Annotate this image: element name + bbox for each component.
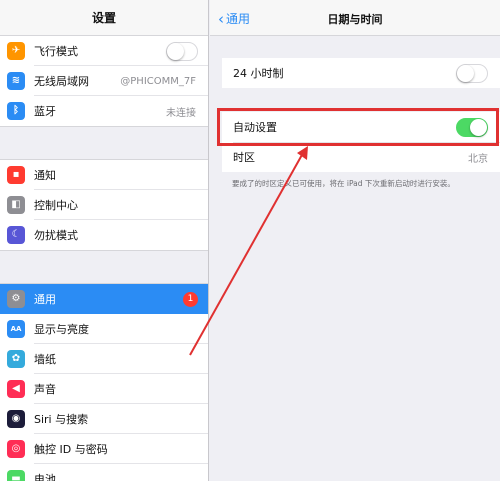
sidebar-item-airplane[interactable]: ✈ 飞行模式 — [0, 36, 208, 66]
back-button[interactable]: ‹ 通用 — [218, 10, 250, 27]
notification-badge: 1 — [183, 291, 198, 307]
sidebar-item-label: 飞行模式 — [34, 45, 78, 58]
row-time-zone-label: 时区 — [233, 151, 255, 164]
sidebar-item-siri[interactable]: ◉ Siri 与搜索 — [0, 404, 208, 434]
nav-bar: ‹ 通用 日期与时间 — [210, 0, 500, 36]
wifi-icon: ≋ — [7, 72, 25, 90]
sidebar-item-value: @PHICOMM_7F — [120, 75, 196, 87]
sidebar-item-label: 蓝牙 — [34, 105, 56, 118]
sound-icon: ◀ — [7, 380, 25, 398]
sidebar-group-notifications: ▪ 通知 ◧ 控制中心 ☾ 勿扰模式 — [0, 160, 208, 250]
sidebar-item-label: 触控 ID 与密码 — [34, 443, 108, 456]
sidebar-item-wifi[interactable]: ≋ 无线局域网 @PHICOMM_7F — [0, 66, 208, 96]
sidebar-item-gear[interactable]: ⚙ 通用 1 — [0, 284, 208, 314]
toggle-knob — [457, 64, 474, 82]
time-zone-footnote: 要成了的时区定义已可使用，将在 iPad 下次重新启动时进行安装。 — [232, 179, 455, 188]
sidebar-item-sound[interactable]: ◀ 声音 — [0, 374, 208, 404]
sidebar-item-label: 墙纸 — [34, 353, 56, 366]
sidebar-item-wallpaper[interactable]: ✿ 墙纸 — [0, 344, 208, 374]
sidebar-item-label: 显示与亮度 — [34, 323, 89, 336]
notifications-icon: ▪ — [7, 166, 25, 184]
gear-icon: ⚙ — [7, 290, 25, 308]
airplane-mode-toggle[interactable] — [166, 41, 198, 61]
toggle-knob — [167, 42, 184, 60]
sidebar-item-value: 未连接 — [166, 107, 196, 119]
group-separator — [0, 250, 208, 284]
row-24-hour: 24 小时制 — [222, 58, 500, 88]
sidebar-item-label: 电池 — [34, 473, 56, 481]
sidebar-item-control-center[interactable]: ◧ 控制中心 — [0, 190, 208, 220]
sidebar-item-label: Siri 与搜索 — [34, 413, 89, 426]
sidebar-item-label: 通知 — [34, 169, 56, 182]
fingerprint-icon: ◎ — [7, 440, 25, 458]
row-time-zone[interactable]: 时区 北京 — [222, 142, 500, 172]
sidebar-item-display[interactable]: AA 显示与亮度 — [0, 314, 208, 344]
sidebar-item-battery[interactable]: ▬ 电池 — [0, 464, 208, 481]
sidebar-item-fingerprint[interactable]: ◎ 触控 ID 与密码 — [0, 434, 208, 464]
settings-sidebar: 设置 ✈ 飞行模式 ≋ 无线局域网 @PHICOMM_7F ᛒ 蓝牙 未连接 ▪ 通知 ◧ 控制中心… — [0, 0, 209, 481]
sidebar-item-label: 无线局域网 — [34, 75, 89, 88]
sidebar-item-moon[interactable]: ☾ 勿扰模式 — [0, 220, 208, 250]
sidebar-item-label: 勿扰模式 — [34, 229, 78, 242]
wallpaper-icon: ✿ — [7, 350, 25, 368]
detail-pane: ‹ 通用 日期与时间 24 小时制 自动设置 时区 北京 要成了的时区定义已可使… — [210, 0, 500, 481]
page-title: 日期与时间 — [327, 13, 383, 26]
group-separator — [0, 126, 208, 160]
airplane-icon: ✈ — [7, 42, 25, 60]
sidebar-item-notifications[interactable]: ▪ 通知 — [0, 160, 208, 190]
time-zone-value: 北京 — [468, 153, 488, 165]
annotation-highlight-box — [217, 108, 499, 146]
control-center-icon: ◧ — [7, 196, 25, 214]
24-hour-toggle[interactable] — [456, 63, 488, 83]
chevron-left-icon: ‹ — [218, 9, 224, 28]
sidebar-group-connectivity: ✈ 飞行模式 ≋ 无线局域网 @PHICOMM_7F ᛒ 蓝牙 未连接 — [0, 36, 208, 126]
display-icon: AA — [7, 320, 25, 338]
sidebar-title: 设置 — [0, 0, 208, 36]
sidebar-group-general: ⚙ 通用 1 AA 显示与亮度 ✿ 墙纸 ◀ 声音 ◉ Siri 与搜索 ◎ 触控 ID 与密码 ▬ 电池 — [0, 284, 208, 481]
back-label: 通用 — [226, 12, 251, 26]
sidebar-item-label: 控制中心 — [34, 199, 78, 212]
moon-icon: ☾ — [7, 226, 25, 244]
row-24-hour-label: 24 小时制 — [233, 67, 284, 80]
sidebar-item-bluetooth[interactable]: ᛒ 蓝牙 未连接 — [0, 96, 208, 126]
sidebar-item-label: 通用 — [34, 293, 56, 306]
card-24h: 24 小时制 — [222, 58, 500, 88]
sidebar-item-label: 声音 — [34, 383, 56, 396]
battery-icon: ▬ — [7, 470, 25, 481]
siri-icon: ◉ — [7, 410, 25, 428]
bluetooth-icon: ᛒ — [7, 102, 25, 120]
